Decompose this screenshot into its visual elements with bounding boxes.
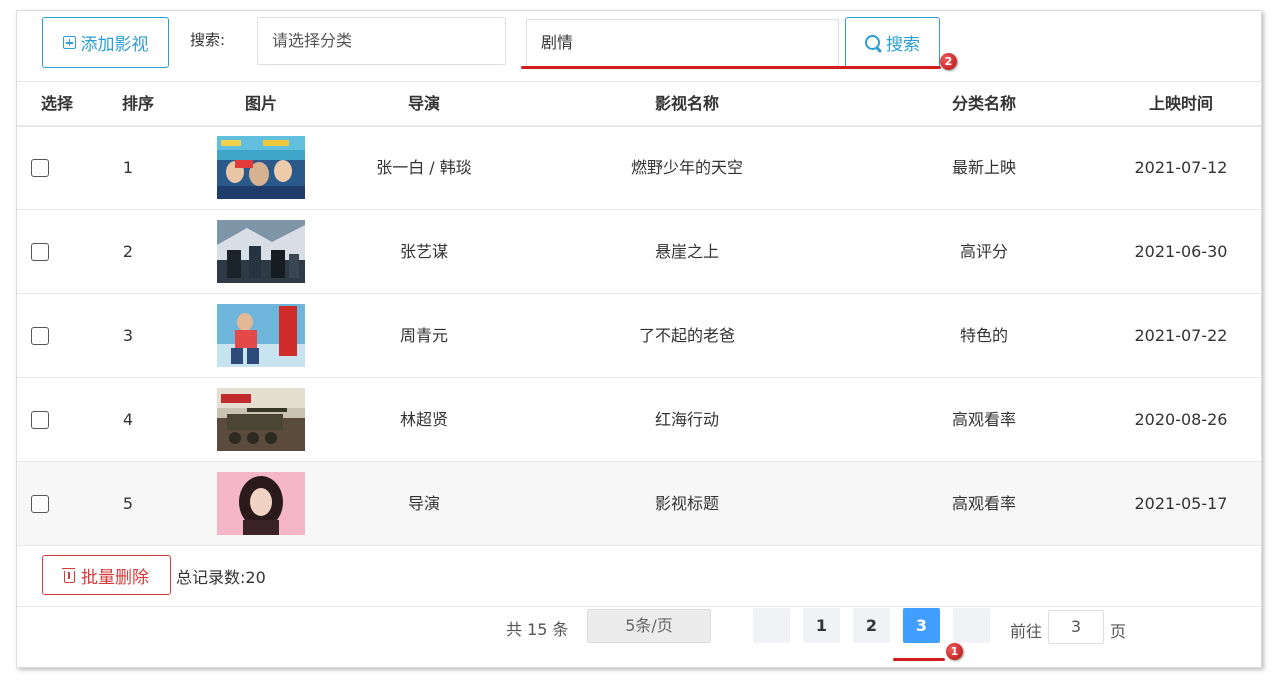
page-button-1[interactable]: 1 bbox=[803, 608, 840, 643]
search-icon bbox=[865, 35, 880, 50]
next-page-button[interactable] bbox=[953, 608, 990, 643]
row-director: 张一白 / 韩琰 bbox=[376, 158, 472, 177]
annotation-badge-2: 2 bbox=[940, 53, 957, 70]
row-title: 影视标题 bbox=[654, 494, 719, 513]
row-category: 最新上映 bbox=[951, 158, 1016, 177]
row-date: 2021-06-30 bbox=[1134, 242, 1228, 261]
page-button-3-active[interactable]: 3 bbox=[903, 608, 940, 643]
page-button-2[interactable]: 2 bbox=[853, 608, 890, 643]
row-director: 张艺谋 bbox=[399, 242, 448, 261]
goto-label: 前往 bbox=[1010, 622, 1043, 641]
keyword-input[interactable]: 剧情 bbox=[526, 19, 839, 67]
row-category: 特色的 bbox=[959, 326, 1008, 345]
row-checkbox[interactable] bbox=[31, 411, 49, 429]
row-director: 周青元 bbox=[399, 326, 448, 345]
row-category: 高观看率 bbox=[951, 410, 1016, 429]
table-footer: 批量删除 总记录数:20 bbox=[17, 544, 1261, 607]
header-order: 排序 bbox=[121, 94, 154, 113]
row-order: 2 bbox=[122, 242, 134, 261]
add-movie-label: 添加影视 bbox=[80, 35, 149, 55]
movie-poster-thumbnail bbox=[217, 472, 305, 535]
add-movie-button[interactable]: 添加影视 bbox=[42, 17, 169, 68]
row-title: 了不起的老爸 bbox=[638, 326, 735, 345]
table-row: 5 导演 影视标题 高观看率 2021-05-17 bbox=[17, 462, 1261, 546]
movie-poster-thumbnail bbox=[217, 388, 305, 451]
row-title: 燃野少年的天空 bbox=[630, 158, 743, 177]
row-director: 导演 bbox=[407, 494, 440, 513]
row-category: 高评分 bbox=[959, 242, 1008, 261]
movie-poster-thumbnail bbox=[217, 136, 305, 199]
header-category: 分类名称 bbox=[951, 94, 1016, 113]
annotation-underline-page bbox=[893, 658, 945, 661]
search-label: 搜索: bbox=[190, 31, 226, 49]
table-row: 4 林超贤 红海行动 高观看率 2020-08-26 bbox=[17, 378, 1261, 462]
annotation-underline-search bbox=[521, 66, 941, 69]
annotation-badge-1: 1 bbox=[946, 643, 963, 660]
table-row: 2 张艺谋 悬崖之上 高评分 2021-06-30 bbox=[17, 210, 1261, 294]
row-order: 5 bbox=[122, 494, 134, 513]
page-unit-label: 页 bbox=[1110, 622, 1127, 641]
movie-poster-thumbnail bbox=[217, 304, 305, 367]
table-row: 3 周青元 了不起的老爸 特色的 2021-07-22 bbox=[17, 294, 1261, 378]
row-order: 4 bbox=[122, 410, 134, 429]
row-date: 2021-07-22 bbox=[1134, 326, 1228, 345]
search-button[interactable]: 搜索 bbox=[845, 17, 940, 68]
category-select[interactable]: 请选择分类 bbox=[257, 17, 506, 65]
search-button-label: 搜索 bbox=[886, 35, 920, 55]
header-date: 上映时间 bbox=[1148, 94, 1213, 113]
row-category: 高观看率 bbox=[951, 494, 1016, 513]
row-checkbox[interactable] bbox=[31, 495, 49, 513]
header-director: 导演 bbox=[407, 94, 440, 113]
row-checkbox[interactable] bbox=[31, 159, 49, 177]
table-row: 1 张一白 / 韩琰 燃野少年的天空 最新上映 2021-07-12 bbox=[17, 126, 1261, 210]
header-title: 影视名称 bbox=[654, 94, 719, 113]
batch-delete-label: 批量删除 bbox=[81, 567, 149, 588]
row-date: 2020-08-26 bbox=[1134, 410, 1228, 429]
row-date: 2021-07-12 bbox=[1134, 158, 1228, 177]
plus-square-icon bbox=[62, 36, 76, 49]
table-header: 选择 排序 图片 导演 影视名称 分类名称 上映时间 bbox=[17, 81, 1261, 127]
row-checkbox[interactable] bbox=[31, 243, 49, 261]
row-order: 1 bbox=[122, 158, 134, 177]
row-date: 2021-05-17 bbox=[1134, 494, 1228, 513]
row-director: 林超贤 bbox=[399, 410, 448, 429]
header-select: 选择 bbox=[40, 94, 73, 113]
prev-page-button[interactable] bbox=[753, 608, 790, 643]
pagination-total: 共 15 条 bbox=[506, 620, 569, 639]
header-image: 图片 bbox=[244, 94, 277, 113]
page-size-select[interactable]: 5条/页 bbox=[587, 609, 711, 643]
row-title: 悬崖之上 bbox=[654, 242, 719, 261]
movie-management-panel: 添加影视 搜索: 请选择分类 剧情 搜索 选择 排序 图片 导演 影视名称 分类… bbox=[16, 10, 1262, 668]
batch-delete-button[interactable]: 批量删除 bbox=[42, 555, 171, 595]
trash-icon bbox=[62, 567, 75, 583]
total-records: 总记录数:20 bbox=[176, 568, 266, 587]
row-checkbox[interactable] bbox=[31, 327, 49, 345]
row-title: 红海行动 bbox=[654, 410, 719, 429]
row-order: 3 bbox=[122, 326, 134, 345]
goto-page-input[interactable]: 3 bbox=[1048, 610, 1104, 644]
movie-poster-thumbnail bbox=[217, 220, 305, 283]
